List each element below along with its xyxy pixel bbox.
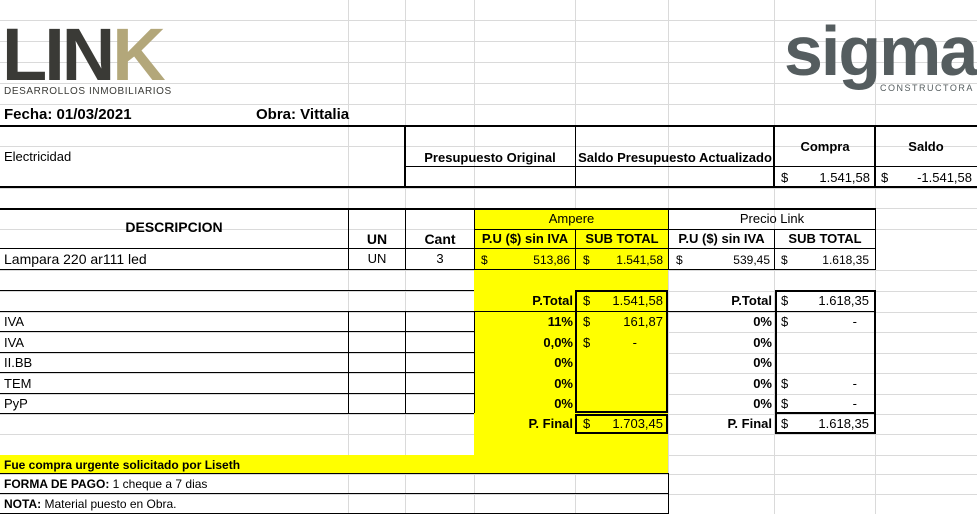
link-subtotal-header: SUB TOTAL (788, 231, 862, 246)
link-pu-header: P.U ($) sin IVA (678, 231, 765, 246)
presupuesto-original-label: Presupuesto Original (424, 150, 556, 165)
ampere-ptotal-value: 1.541,58 (612, 293, 663, 308)
row-link-sub-currency: $ (781, 253, 788, 267)
row-ampere-pu-currency: $ (481, 253, 488, 267)
tax-link-currency: $ (781, 396, 789, 411)
sigma-logo-subtitle: CONSTRUCTORA (880, 83, 974, 93)
link-pfinal-label: P. Final (727, 416, 772, 431)
saldo-value: -1.541,58 (917, 170, 972, 185)
row-link-pu-currency: $ (676, 253, 683, 267)
ampere-pfinal-value: 1.703,45 (612, 416, 663, 431)
tax-link-pct: 0% (753, 314, 772, 329)
tax-link-pct: 0% (753, 396, 772, 411)
ampere-ptotal-currency: $ (583, 293, 591, 308)
row-ampere-sub: 1.541,58 (616, 253, 663, 267)
nota-label: NOTA: (4, 497, 42, 511)
compra-currency: $ (781, 170, 789, 185)
tax-name: IVA (4, 314, 24, 329)
compra-label: Compra (800, 139, 850, 154)
row-un: UN (367, 251, 387, 266)
un-header: UN (366, 231, 388, 247)
fecha-label: Fecha: 01/03/2021 (4, 106, 132, 123)
ampere-subtotal-header: SUB TOTAL (585, 231, 659, 246)
row-cant: 3 (436, 251, 444, 266)
tax-link-value: - (852, 314, 857, 329)
tax-link-pct: 0% (753, 376, 772, 391)
nota-value: Material puesto en Obra. (41, 497, 177, 511)
tax-link-pct: 0% (753, 355, 772, 370)
tax-link-pct: 0% (753, 335, 772, 350)
tax-name: PyP (4, 396, 28, 411)
link-logo: LINK (2, 13, 166, 96)
link-pfinal-currency: $ (781, 416, 789, 431)
saldo-label: Saldo (908, 139, 944, 154)
urgent-note: Fue compra urgente solicitado por Liseth (4, 458, 241, 472)
tax-ampere-pct: 11% (547, 314, 573, 329)
link-pfinal-value: 1.618,35 (818, 416, 869, 431)
row-descripcion: Lampara 220 ar111 led (4, 251, 147, 267)
tax-ampere-currency: $ (583, 335, 591, 350)
link-ptotal-value: 1.618,35 (818, 293, 869, 308)
link-ptotal-currency: $ (781, 293, 789, 308)
link-logo-subtitle: DESARROLLOS INMOBILIARIOS (4, 86, 172, 97)
rubro-label: Electricidad (4, 149, 72, 164)
tax-link-currency: $ (781, 376, 789, 391)
forma-pago-value: 1 cheque a 7 dias (109, 477, 208, 491)
compra-value: 1.541,58 (819, 170, 870, 185)
tax-ampere-pct: 0% (554, 355, 573, 370)
saldo-actualizado-label: Saldo Presupuesto Actualizado (578, 150, 772, 165)
sigma-logo: sigma (784, 12, 977, 90)
tax-ampere-value: - (632, 335, 637, 350)
tax-name: IVA (4, 335, 24, 350)
precio-link-header: Precio Link (739, 211, 805, 226)
obra-label: Obra: Vittalia (256, 106, 350, 123)
ampere-ptotal-label: P.Total (532, 293, 573, 308)
tax-ampere-currency: $ (583, 314, 591, 329)
ampere-pfinal-currency: $ (583, 416, 591, 431)
link-ptotal-label: P.Total (731, 293, 772, 308)
row-ampere-sub-currency: $ (583, 253, 590, 267)
ampere-header: Ampere (548, 211, 595, 226)
tax-link-value: - (852, 376, 857, 391)
forma-pago: FORMA DE PAGO: 1 cheque a 7 dias (4, 476, 207, 492)
descripcion-header: DESCRIPCION (125, 219, 223, 235)
tax-ampere-pct: 0% (554, 396, 573, 411)
tax-link-currency: $ (781, 314, 789, 329)
tax-link-value: - (852, 396, 857, 411)
row-link-sub: 1.618,35 (822, 253, 869, 267)
tax-ampere-value: 161,87 (623, 314, 663, 329)
row-ampere-pu: 513,86 (533, 253, 570, 267)
cant-header: Cant (424, 231, 456, 247)
ampere-pu-header: P.U ($) sin IVA (481, 231, 569, 246)
nota: NOTA: Material puesto en Obra. (4, 496, 177, 512)
tax-ampere-pct: 0% (554, 376, 573, 391)
forma-pago-label: FORMA DE PAGO: (4, 477, 110, 491)
saldo-currency: $ (881, 170, 889, 185)
tax-name: II.BB (4, 355, 33, 370)
tax-ampere-pct: 0,0% (543, 335, 573, 350)
ampere-pfinal-label: P. Final (528, 416, 573, 431)
tax-name: TEM (4, 376, 32, 391)
row-link-pu: 539,45 (733, 253, 770, 267)
